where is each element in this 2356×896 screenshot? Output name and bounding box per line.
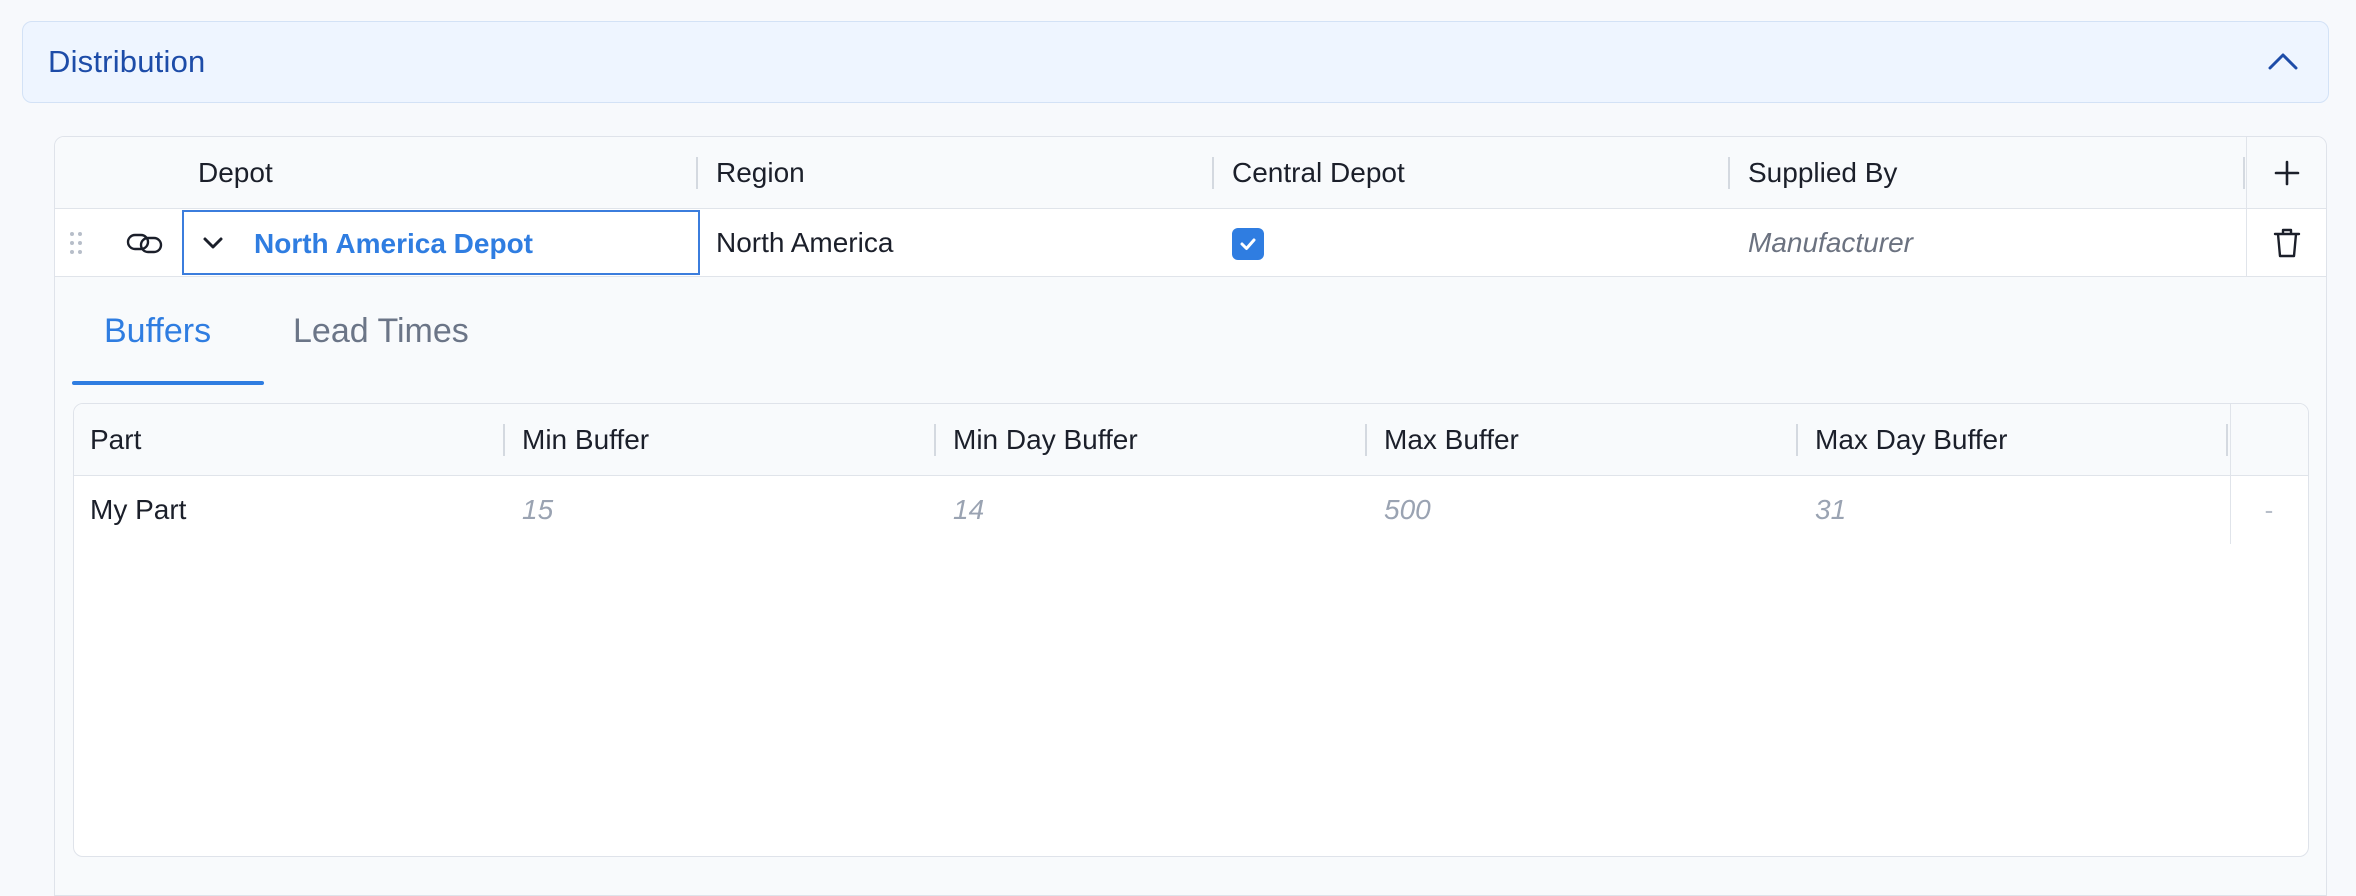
column-resizer[interactable]: [503, 424, 505, 456]
collapse-button[interactable]: [2260, 38, 2306, 84]
delete-row-button[interactable]: [2246, 209, 2326, 277]
column-resizer[interactable]: [1796, 424, 1798, 456]
max-buffer-cell[interactable]: 500: [1384, 476, 1431, 544]
table-row[interactable]: North America Depot North America Manufa…: [55, 209, 2326, 277]
column-resizer[interactable]: [1728, 157, 1730, 189]
depots-table: Depot Region Central Depot Supplied By N…: [54, 136, 2327, 896]
column-resizer[interactable]: [2226, 424, 2228, 456]
column-header-region[interactable]: Region: [716, 137, 805, 209]
column-resizer[interactable]: [1365, 424, 1367, 456]
distribution-section-header[interactable]: Distribution: [22, 21, 2329, 103]
column-resizer[interactable]: [1212, 157, 1214, 189]
buffers-table: Part Min Buffer Min Day Buffer Max Buffe…: [73, 403, 2309, 857]
column-header-part[interactable]: Part: [90, 404, 141, 476]
checkmark-icon: [1240, 238, 1256, 250]
central-depot-checkbox[interactable]: [1232, 228, 1264, 260]
plus-icon: [2274, 160, 2299, 186]
depot-name[interactable]: North America Depot: [254, 228, 533, 260]
column-header-max-buffer[interactable]: Max Buffer: [1384, 404, 1519, 476]
depots-table-header: Depot Region Central Depot Supplied By: [55, 137, 2326, 209]
column-header-max-day-buffer[interactable]: Max Day Buffer: [1815, 404, 2007, 476]
column-header-min-day-buffer[interactable]: Min Day Buffer: [953, 404, 1138, 476]
column-resizer[interactable]: [934, 424, 936, 456]
add-row-button[interactable]: [2246, 137, 2326, 209]
column-resizer[interactable]: [2243, 157, 2245, 189]
column-header-central-depot[interactable]: Central Depot: [1232, 137, 1405, 209]
supplied-by-cell[interactable]: Manufacturer: [1748, 209, 1913, 277]
buffers-table-header: Part Min Buffer Min Day Buffer Max Buffe…: [74, 404, 2308, 476]
chevron-up-icon: [2268, 53, 2298, 70]
trash-icon: [2273, 228, 2300, 258]
depot-cell[interactable]: North America Depot: [182, 210, 700, 275]
drag-handle-icon[interactable]: [69, 231, 83, 255]
part-cell[interactable]: My Part: [90, 476, 186, 544]
active-tab-indicator: [72, 381, 264, 385]
chevron-down-icon[interactable]: [198, 228, 228, 258]
column-resizer[interactable]: [696, 157, 698, 189]
min-day-buffer-cell[interactable]: 14: [953, 476, 984, 544]
region-cell[interactable]: North America: [716, 209, 893, 277]
section-title: Distribution: [48, 44, 206, 79]
column-header-depot[interactable]: Depot: [198, 137, 273, 209]
tab-lead-times[interactable]: Lead Times: [293, 312, 469, 382]
min-buffer-cell[interactable]: 15: [522, 476, 553, 544]
link-icon[interactable]: [125, 227, 165, 259]
column-header-supplied-by[interactable]: Supplied By: [1748, 137, 1897, 209]
tab-buffers[interactable]: Buffers: [104, 312, 211, 382]
column-header-min-buffer[interactable]: Min Buffer: [522, 404, 649, 476]
max-day-buffer-cell[interactable]: 31: [1815, 476, 1846, 544]
row-action-placeholder[interactable]: -: [2230, 476, 2308, 544]
